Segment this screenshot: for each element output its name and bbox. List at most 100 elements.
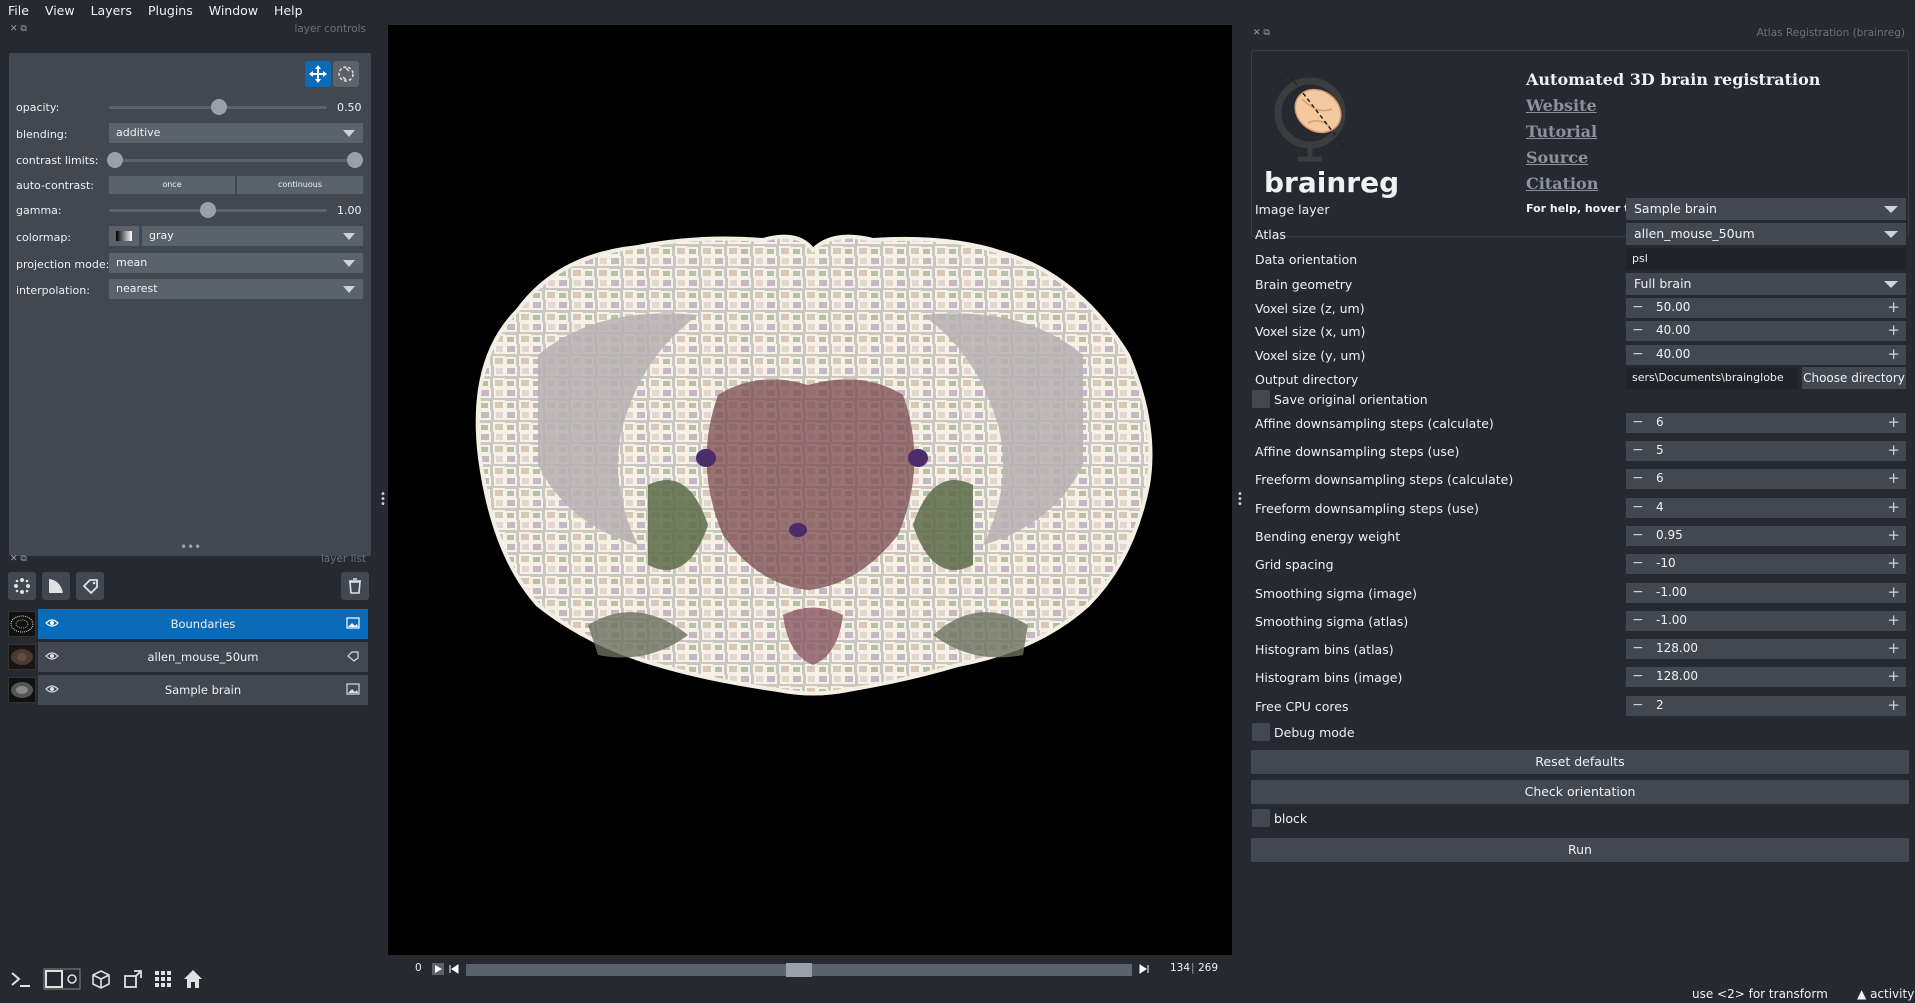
voxel-size-z-spinbox[interactable]: − 50.00 +	[1626, 298, 1906, 318]
new-points-layer-button[interactable]	[8, 572, 36, 600]
minus-icon[interactable]: −	[1632, 697, 1644, 713]
plus-icon[interactable]: +	[1887, 639, 1900, 657]
dims-slider-handle[interactable]	[786, 963, 812, 977]
affine-calc-spinbox[interactable]: − 6 +	[1626, 413, 1906, 433]
save-orientation-checkbox[interactable]	[1252, 390, 1270, 408]
pan-zoom-button[interactable]	[305, 61, 331, 87]
layer-row-allen-mouse[interactable]: allen_mouse_50um	[8, 642, 368, 672]
right-splitter-handle[interactable]: • • •	[1237, 490, 1243, 510]
freeform-use-spinbox[interactable]: − 4 +	[1626, 498, 1906, 518]
reset-defaults-button[interactable]: Reset defaults	[1251, 750, 1909, 774]
histogram-atlas-spinbox[interactable]: − 128.00 +	[1626, 639, 1906, 659]
minus-icon[interactable]: −	[1632, 668, 1644, 684]
grid-icon[interactable]	[150, 966, 176, 992]
gamma-slider-handle[interactable]	[200, 202, 216, 218]
run-button[interactable]: Run	[1251, 838, 1909, 862]
bending-energy-spinbox[interactable]: − 0.95 +	[1626, 526, 1906, 546]
transpose-icon[interactable]	[120, 966, 146, 992]
menu-window[interactable]: Window	[201, 3, 266, 18]
visibility-eye-icon[interactable]	[45, 618, 59, 628]
data-orientation-input[interactable]: psl	[1626, 248, 1906, 270]
brain-geometry-select[interactable]: Full brain	[1626, 273, 1906, 295]
gamma-slider-track[interactable]	[109, 209, 327, 212]
block-checkbox[interactable]	[1252, 809, 1270, 827]
plus-icon[interactable]: +	[1887, 441, 1900, 459]
minus-icon[interactable]: −	[1632, 499, 1644, 515]
menu-help[interactable]: Help	[266, 3, 311, 18]
minus-icon[interactable]: −	[1632, 322, 1644, 338]
image-canvas[interactable]	[388, 25, 1232, 955]
website-link[interactable]: Website	[1526, 96, 1597, 115]
minus-icon[interactable]: −	[1632, 640, 1644, 656]
plus-icon[interactable]: +	[1887, 526, 1900, 544]
dock-close-float-icons[interactable]: ✕ ⧉	[10, 554, 27, 564]
plus-icon[interactable]: +	[1887, 321, 1900, 339]
layer-row-sample-brain[interactable]: Sample brain	[8, 675, 368, 705]
smoothing-atlas-spinbox[interactable]: − -1.00 +	[1626, 611, 1906, 631]
plus-icon[interactable]: +	[1887, 498, 1900, 516]
activity-toggle[interactable]: ▲ activity	[1857, 987, 1914, 1001]
tutorial-link[interactable]: Tutorial	[1526, 122, 1597, 141]
plus-icon[interactable]: +	[1887, 469, 1900, 487]
delete-layer-button[interactable]	[341, 572, 369, 600]
plus-icon[interactable]: +	[1887, 611, 1900, 629]
layer-body[interactable]: Sample brain	[38, 675, 368, 705]
output-directory-input[interactable]: sers\Documents\brainglobe	[1626, 367, 1798, 389]
free-cpu-cores-spinbox[interactable]: − 2 +	[1626, 696, 1906, 716]
source-link[interactable]: Source	[1526, 148, 1588, 167]
auto-contrast-once-button[interactable]: once	[109, 176, 235, 194]
plus-icon[interactable]: +	[1887, 345, 1900, 363]
plus-icon[interactable]: +	[1887, 298, 1900, 316]
roll-dims-icon[interactable]	[88, 966, 114, 992]
minus-icon[interactable]: −	[1632, 555, 1644, 571]
minus-icon[interactable]: −	[1632, 470, 1644, 486]
histogram-image-spinbox[interactable]: − 128.00 +	[1626, 667, 1906, 687]
check-orientation-button[interactable]: Check orientation	[1251, 780, 1909, 804]
console-icon[interactable]	[8, 966, 34, 992]
minus-icon[interactable]: −	[1632, 527, 1644, 543]
image-layer-select[interactable]: Sample brain	[1626, 198, 1906, 220]
new-labels-layer-button[interactable]	[76, 572, 104, 600]
blending-select[interactable]: additive	[109, 123, 363, 143]
contrast-min-handle[interactable]	[107, 152, 123, 168]
new-shapes-layer-button[interactable]	[42, 572, 70, 600]
atlas-select[interactable]: allen_mouse_50um	[1626, 223, 1906, 245]
ndisplay-2d-icon[interactable]	[42, 966, 82, 992]
choose-directory-button[interactable]: Choose directory	[1802, 367, 1906, 389]
minus-icon[interactable]: −	[1632, 346, 1644, 362]
debug-mode-checkbox[interactable]	[1252, 723, 1270, 741]
play-icon[interactable]	[432, 963, 444, 975]
voxel-size-x-spinbox[interactable]: − 40.00 +	[1626, 321, 1906, 341]
dock-splitter-handle[interactable]: •••	[180, 540, 201, 554]
minus-icon[interactable]: −	[1632, 299, 1644, 315]
plus-icon[interactable]: +	[1887, 554, 1900, 572]
home-icon[interactable]	[180, 966, 206, 992]
grid-spacing-spinbox[interactable]: − -10 +	[1626, 554, 1906, 574]
dock-close-float-icons[interactable]: ✕ ⧉	[10, 24, 27, 34]
menu-layers[interactable]: Layers	[83, 3, 140, 18]
plus-icon[interactable]: +	[1887, 696, 1900, 714]
affine-use-spinbox[interactable]: − 5 +	[1626, 441, 1906, 461]
freeform-calc-spinbox[interactable]: − 6 +	[1626, 469, 1906, 489]
minus-icon[interactable]: −	[1632, 612, 1644, 628]
interpolation-select[interactable]: nearest	[109, 279, 363, 299]
visibility-eye-icon[interactable]	[45, 684, 59, 694]
plus-icon[interactable]: +	[1887, 413, 1900, 431]
minus-icon[interactable]: −	[1632, 584, 1644, 600]
smoothing-image-spinbox[interactable]: − -1.00 +	[1626, 583, 1906, 603]
colormap-select[interactable]: gray	[142, 226, 363, 246]
minus-icon[interactable]: −	[1632, 414, 1644, 430]
colormap-preview[interactable]	[109, 226, 139, 246]
opacity-slider-handle[interactable]	[211, 99, 227, 115]
layer-body[interactable]: allen_mouse_50um	[38, 642, 368, 672]
layer-row-boundaries[interactable]: Boundaries	[8, 609, 368, 639]
menu-file[interactable]: File	[0, 3, 37, 18]
plus-icon[interactable]: +	[1887, 583, 1900, 601]
projection-mode-select[interactable]: mean	[109, 253, 363, 273]
menu-view[interactable]: View	[37, 3, 83, 18]
contrast-slider-track[interactable]	[115, 159, 359, 162]
contrast-max-handle[interactable]	[347, 152, 363, 168]
dock-close-float-icons[interactable]: ✕ ⧉	[1253, 28, 1270, 38]
visibility-eye-icon[interactable]	[45, 651, 59, 661]
auto-contrast-continuous-button[interactable]: continuous	[237, 176, 363, 194]
